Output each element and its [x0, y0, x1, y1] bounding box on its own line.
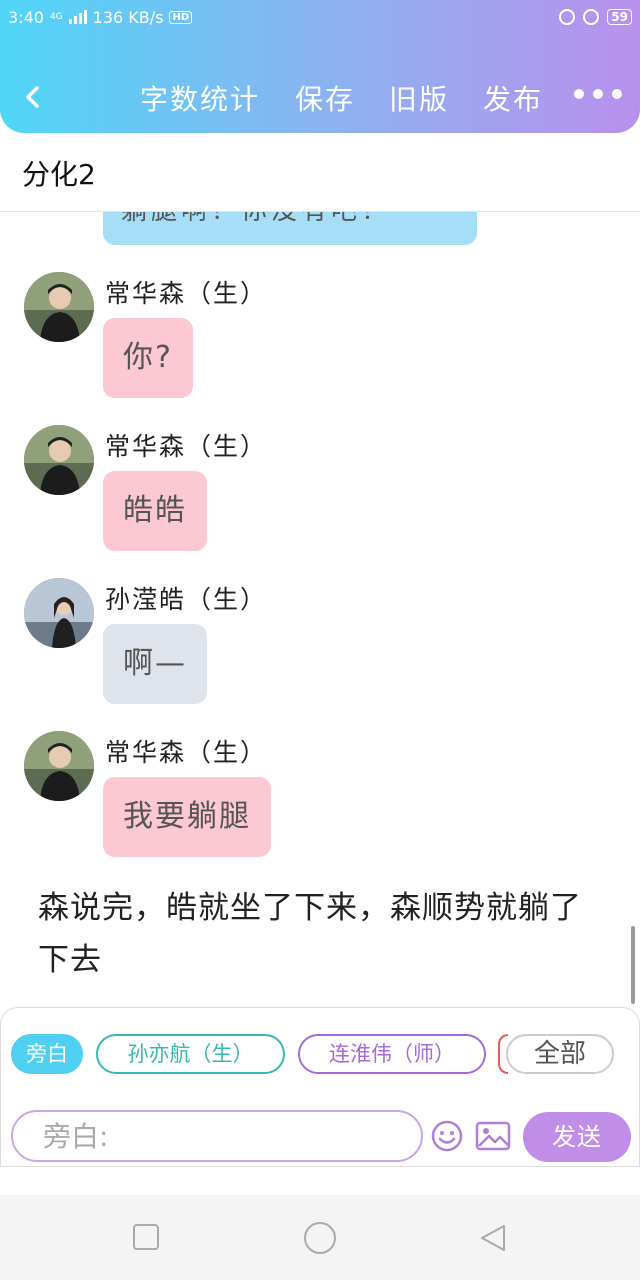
home-icon[interactable] [303, 1221, 337, 1255]
all-roles-button[interactable]: 全部 [506, 1034, 614, 1074]
message-bubble[interactable]: 皓皓 [103, 471, 207, 551]
input-row: 发送 [11, 1110, 631, 1162]
publish-button[interactable]: 发布 [483, 78, 543, 118]
role-chips: 旁白 孙亦航（生） 连淮伟（师） 全部 [11, 1034, 629, 1076]
battery-icon: 59 [607, 9, 632, 25]
status-time: 3:40 [8, 7, 44, 27]
compose-panel: 旁白 孙亦航（生） 连淮伟（师） 全部 发送 [0, 1007, 640, 1167]
message-bubble[interactable]: 我要躺腿 [103, 777, 271, 857]
avatar[interactable] [24, 272, 94, 342]
sender-name: 孙滢皓（生） [105, 585, 268, 614]
sender-name: 常华森（生） [105, 738, 268, 767]
app-header: 3:40 4G 136 KB/s HD 59 字数统计 保存 旧版 发布 [0, 0, 640, 133]
scrollbar[interactable] [631, 926, 635, 1004]
emoji-icon[interactable] [431, 1120, 463, 1152]
partial-bubble-text: 躺腿啊？你没有吧！ [121, 212, 391, 227]
send-button[interactable]: 发送 [523, 1112, 631, 1162]
avatar[interactable] [24, 731, 94, 801]
network-type: 4G [49, 12, 63, 22]
avatar[interactable] [24, 578, 94, 648]
image-icon[interactable] [475, 1120, 511, 1152]
sender-name: 常华森（生） [105, 279, 268, 308]
chevron-left-icon[interactable] [20, 84, 46, 110]
doc-title-bar[interactable]: 分化2 [0, 133, 640, 212]
chat-area[interactable]: 躺腿啊？你没有吧！ 常华森（生） 你? 常华森（生） 皓皓 孙滢皓（生） 啊— … [0, 212, 640, 1007]
more-dots-icon[interactable] [574, 89, 622, 99]
alarm-icon [583, 9, 600, 25]
message-bubble[interactable]: 啊— [103, 624, 207, 704]
avatar[interactable] [24, 425, 94, 495]
role-chip-narration[interactable]: 旁白 [11, 1034, 83, 1074]
system-nav-bar [0, 1195, 640, 1280]
doc-title: 分化2 [22, 158, 96, 191]
save-button[interactable]: 保存 [295, 78, 355, 118]
status-bar: 3:40 4G 136 KB/s HD 59 [8, 6, 632, 28]
message-input[interactable] [11, 1110, 423, 1162]
old-version-button[interactable]: 旧版 [389, 78, 449, 118]
message-bubble-partial[interactable]: 躺腿啊？你没有吧！ [103, 212, 477, 245]
message-bubble[interactable]: 你? [103, 318, 193, 398]
role-chip[interactable]: 连淮伟（师） [298, 1034, 486, 1074]
recent-apps-icon[interactable] [132, 1223, 160, 1251]
back-nav-icon[interactable] [478, 1223, 508, 1253]
narration-text[interactable]: 森说完，皓就坐了下来，森顺势就躺了下去 [38, 882, 608, 986]
sender-name: 常华森（生） [105, 432, 268, 461]
signal-icon [68, 10, 87, 24]
lock-icon [559, 9, 576, 25]
network-speed: 136 KB/s [92, 7, 164, 27]
toolbar: 字数统计 保存 旧版 发布 [0, 72, 640, 122]
word-count-button[interactable]: 字数统计 [140, 78, 260, 118]
role-chip[interactable]: 孙亦航（生） [96, 1034, 285, 1074]
hd-icon: HD [169, 10, 193, 24]
